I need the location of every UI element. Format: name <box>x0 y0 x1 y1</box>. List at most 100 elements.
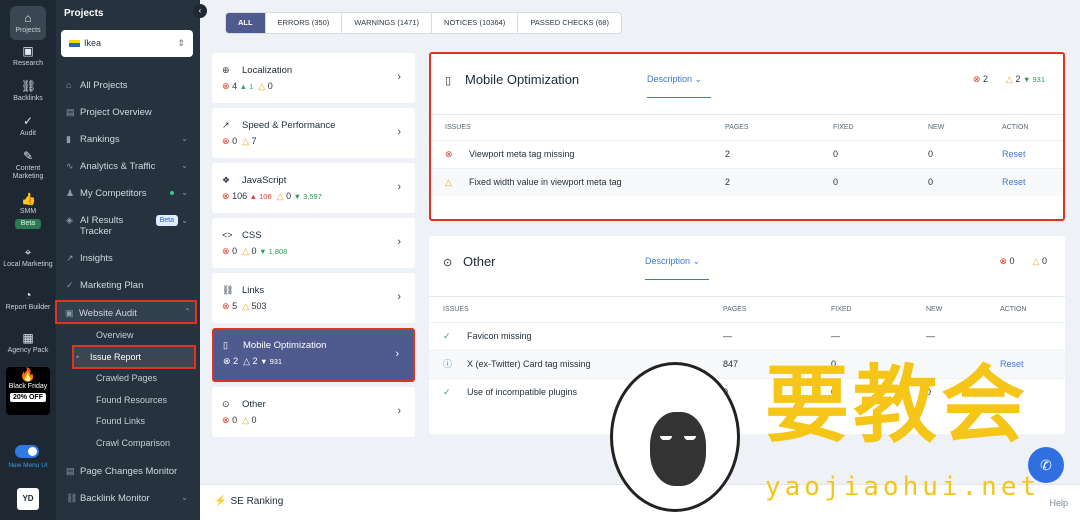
category-errors: 0 <box>232 246 238 256</box>
table-row[interactable]: ⓘ X (ex-Twitter) Card tag missing 847 0 … <box>429 350 1065 378</box>
category-links[interactable]: ⛓ Links ⊗ 5 △ 503 › <box>212 273 415 323</box>
collapse-sidebar-button[interactable]: ‹ <box>193 4 207 18</box>
nav-rankings[interactable]: ▮ Rankings ⌄ <box>66 130 192 148</box>
issue-pages[interactable]: 2 <box>725 169 730 195</box>
nav-ai-results-tracker[interactable]: ◈ AI Results Tracker Beta ⌄ <box>66 212 192 240</box>
nav-all-projects[interactable]: ⌂ All Projects <box>66 76 192 94</box>
category-mobile-optimization[interactable]: ▯ Mobile Optimization ⊗ 2 △ 2 ▼ 931 › <box>212 328 415 382</box>
nav-backlink-monitor[interactable]: ⛓ Backlink Monitor ⌄ <box>66 489 192 507</box>
nav-page-changes-monitor[interactable]: ▤ Page Changes Monitor <box>66 462 192 480</box>
filter-errors[interactable]: ERRORS (350) <box>266 13 343 33</box>
reset-button[interactable]: Reset <box>1000 351 1024 377</box>
subnav-label: Crawled Pages <box>96 373 158 383</box>
beta-badge: Beta <box>155 215 178 226</box>
chevron-right-icon: › <box>397 181 401 193</box>
warning-icon: △ <box>276 191 284 201</box>
rail-content-marketing[interactable]: ✎ Content Marketing <box>0 149 56 181</box>
issue-name[interactable]: X (ex-Twitter) Card tag missing <box>467 351 591 377</box>
nav-my-competitors[interactable]: ♟ My Competitors ⌄ <box>66 184 192 202</box>
help-link[interactable]: Help <box>1049 498 1068 508</box>
issue-pages[interactable]: 2 <box>725 141 730 167</box>
subnav-crawl-comparison[interactable]: Crawl Comparison <box>82 435 170 451</box>
nav-marketing-plan[interactable]: ✓ Marketing Plan <box>66 276 192 294</box>
audit-icon: ✓ <box>22 114 34 128</box>
reset-button[interactable]: Reset <box>1002 141 1026 167</box>
subnav-label: Found Links <box>96 416 146 426</box>
filter-notices[interactable]: NOTICES (10364) <box>432 13 519 33</box>
card-warnings: 0 <box>1041 256 1047 266</box>
avatar[interactable]: YD <box>17 488 39 510</box>
issue-name[interactable]: Viewport meta tag missing <box>469 141 574 167</box>
chevron-up-icon: ⌃ <box>184 307 191 316</box>
overview-icon: ▤ <box>66 107 75 117</box>
rail-local-marketing[interactable]: ⌖ Local Marketing <box>0 245 56 269</box>
category-other[interactable]: ⊙ Other ⊗ 0 △ 0 › <box>212 387 415 437</box>
ai-icon: ◈ <box>66 215 73 225</box>
insights-icon: ↗ <box>66 253 74 263</box>
filter-passed-checks[interactable]: PASSED CHECKS (68) <box>518 13 621 33</box>
code-icon: <> <box>222 230 233 240</box>
nav-insights[interactable]: ↗ Insights <box>66 249 192 267</box>
table-row[interactable]: ⊗ Viewport meta tag missing 2 0 0 Reset <box>431 140 1063 168</box>
nav-label: Insights <box>80 253 113 264</box>
chevron-right-icon: › <box>397 126 401 138</box>
description-dropdown[interactable]: Description ⌄ <box>645 256 700 267</box>
subnav-label: Overview <box>96 330 134 340</box>
rail-report-builder[interactable]: ◔ Report Builder <box>0 288 56 312</box>
wave-icon: ∿ <box>66 161 74 171</box>
category-errors: 0 <box>232 415 238 425</box>
notice-icon: ⓘ <box>443 359 453 369</box>
nav-label: Page Changes Monitor <box>80 466 178 477</box>
issue-pages: 0 <box>723 387 729 397</box>
category-speed-performance[interactable]: ↗ Speed & Performance ⊗ 0 △ 7 › <box>212 108 415 158</box>
reset-button[interactable]: Reset <box>1002 169 1026 195</box>
nav-analytics-traffic[interactable]: ∿ Analytics & Traffic ⌄ <box>66 157 192 175</box>
new-menu-toggle[interactable] <box>15 445 39 458</box>
filter-warnings[interactable]: WARNINGS (1471) <box>342 13 433 33</box>
rail-backlinks[interactable]: ⛓ Backlinks <box>0 79 56 103</box>
description-dropdown[interactable]: Description ⌄ <box>647 74 702 85</box>
project-select[interactable]: Ikea ⇕ <box>61 30 193 57</box>
category-css[interactable]: <> CSS ⊗ 0 △ 0 ▼ 1,808 › <box>212 218 415 268</box>
nav-website-audit[interactable]: ▣ Website Audit ⌃ <box>55 300 197 324</box>
category-warnings: 0 <box>286 191 292 201</box>
warning-icon: △ <box>242 301 250 311</box>
error-icon: ⊗ <box>222 246 230 256</box>
rail-smm[interactable]: 👍 SMM Beta <box>0 192 56 229</box>
card-errors: 2 <box>982 74 988 84</box>
error-icon: ⊗ <box>972 74 981 84</box>
error-delta: ▲ 106 <box>249 192 272 201</box>
table-row[interactable]: ✓ Use of incompatible plugins 0 0 0 <box>429 378 1065 406</box>
subnav-crawled-pages[interactable]: Crawled Pages <box>82 370 157 386</box>
black-friday-promo[interactable]: 🔥 Black Friday 20% OFF <box>6 367 50 415</box>
subnav-overview[interactable]: Overview <box>82 327 134 343</box>
footer-brand[interactable]: ⚡ SE Ranking <box>214 496 283 507</box>
rail-audit[interactable]: ✓ Audit <box>0 114 56 138</box>
issue-name[interactable]: Fixed width value in viewport meta tag <box>469 169 622 195</box>
subnav-found-resources[interactable]: Found Resources <box>82 392 167 408</box>
chat-icon: ✆ <box>1040 457 1052 473</box>
rail-projects[interactable]: ⌂ Projects <box>0 6 56 40</box>
category-localization[interactable]: ⊕ Localization ⊗ 4 ▲ 1 △ 0 › <box>212 53 415 103</box>
issue-fixed: 0 <box>833 149 839 159</box>
col-fixed: FIXED <box>833 124 854 131</box>
rail-agency-pack[interactable]: ▦ Agency Pack <box>0 331 56 355</box>
category-javascript[interactable]: ❖ JavaScript ⊗ 106 ▲ 106 △ 0 ▼ 3,597 › <box>212 163 415 213</box>
table-row[interactable]: △ Fixed width value in viewport meta tag… <box>431 168 1063 196</box>
issue-pages[interactable]: 847 <box>723 351 738 377</box>
rail-research[interactable]: ▣ Research <box>0 44 56 68</box>
issue-name[interactable]: Favicon missing <box>467 323 532 349</box>
issue-name[interactable]: Use of incompatible plugins <box>467 379 577 405</box>
issues-card-other: ⊙ Other Description ⌄ ⊗ 0 △ 0 ISSUES PAGES… <box>429 236 1065 434</box>
chevron-down-icon: ⌄ <box>181 493 188 502</box>
issue-pages: — <box>723 331 732 341</box>
filter-all[interactable]: ALL <box>226 13 266 33</box>
subnav-issue-report[interactable]: • Issue Report <box>72 345 196 369</box>
subnav-found-links[interactable]: Found Links <box>82 413 145 429</box>
table-row[interactable]: ✓ Favicon missing — — — <box>429 322 1065 350</box>
issues-card-mobile-optimization: ▯ Mobile Optimization Description ⌄ ⊗ 2 △ … <box>429 52 1065 221</box>
audit-icon: ▣ <box>65 308 74 318</box>
chat-button[interactable]: ✆ <box>1028 447 1064 483</box>
nav-project-overview[interactable]: ▤ Project Overview <box>66 103 192 121</box>
col-action: ACTION <box>1002 124 1029 131</box>
